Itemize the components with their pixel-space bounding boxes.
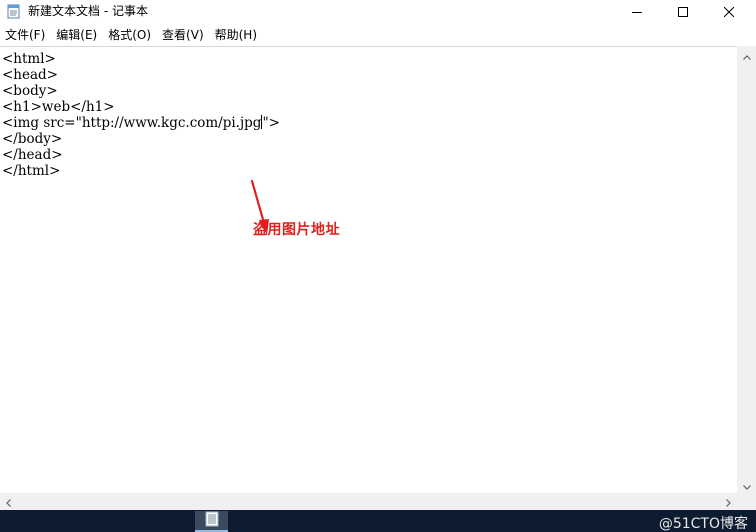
menu-edit[interactable]: 编辑(E) xyxy=(51,26,103,45)
menu-bar: 文件(F) 编辑(E) 格式(O) 查看(V) 帮助(H) xyxy=(0,26,756,45)
minimize-button[interactable] xyxy=(614,0,660,23)
editor-content[interactable]: <html> <head> <body> <h1>web</h1> <img s… xyxy=(2,51,280,179)
taskbar-notepad-button[interactable] xyxy=(195,511,228,532)
notepad-window: 新建文本文档 - 记事本 文件(F) 编辑(E) 格式(O) 查看(V) 帮助(… xyxy=(0,0,756,532)
code-line: <html> xyxy=(2,51,56,67)
minimize-icon xyxy=(632,2,642,21)
menu-help[interactable]: 帮助(H) xyxy=(210,26,263,45)
chevron-up-icon xyxy=(742,45,751,64)
title-bar[interactable]: 新建文本文档 - 记事本 xyxy=(0,0,756,23)
close-button[interactable] xyxy=(706,0,752,23)
horizontal-scrollbar[interactable] xyxy=(0,493,737,510)
vertical-scrollbar[interactable] xyxy=(737,46,756,493)
menu-file[interactable]: 文件(F) xyxy=(0,26,51,45)
code-line: </body> xyxy=(2,131,63,147)
code-line-with-caret: <img src="http://www.kgc.com/pi.jpg"> xyxy=(2,115,280,131)
code-line: </html> xyxy=(2,163,61,179)
taskbar: @51CTO博客 xyxy=(0,510,756,532)
window-title: 新建文本文档 - 记事本 xyxy=(28,4,148,18)
scroll-up-button[interactable] xyxy=(737,46,756,63)
size-grip[interactable] xyxy=(737,493,756,510)
code-line: </head> xyxy=(2,147,63,163)
scroll-left-button[interactable] xyxy=(0,493,17,510)
maximize-button[interactable] xyxy=(660,0,706,23)
code-line-after-caret: "> xyxy=(262,115,280,131)
scroll-right-button[interactable] xyxy=(720,493,737,510)
code-line: <h1>web</h1> xyxy=(2,99,115,115)
notepad-icon xyxy=(204,511,220,531)
menu-format[interactable]: 格式(O) xyxy=(103,26,157,45)
notepad-icon[interactable] xyxy=(7,3,21,19)
chevron-right-icon xyxy=(726,492,731,511)
annotation-label: 盗用图片地址 xyxy=(253,222,340,238)
code-line: <body> xyxy=(2,83,58,99)
code-line: <head> xyxy=(2,67,58,83)
scroll-down-button[interactable] xyxy=(737,476,756,493)
maximize-icon xyxy=(678,2,688,21)
code-line-before-caret: <img src="http://www.kgc.com/pi.jpg xyxy=(2,115,262,131)
menu-view[interactable]: 查看(V) xyxy=(157,26,210,45)
text-editor[interactable]: <html> <head> <body> <h1>web</h1> <img s… xyxy=(0,46,737,493)
chevron-left-icon xyxy=(6,492,11,511)
watermark-text: @51CTO博客 xyxy=(658,516,748,532)
close-icon xyxy=(723,2,735,21)
chevron-down-icon xyxy=(742,475,751,494)
